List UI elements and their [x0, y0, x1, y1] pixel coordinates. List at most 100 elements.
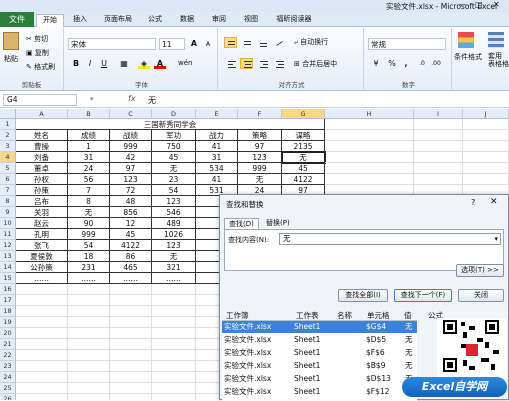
table-cell[interactable] — [16, 295, 68, 306]
table-cell[interactable] — [16, 372, 68, 383]
table-cell[interactable] — [414, 174, 463, 185]
table-cell[interactable]: 856 — [110, 207, 152, 218]
table-cell[interactable]: …… — [110, 273, 152, 284]
minimize-button[interactable]: — — [458, 0, 466, 9]
currency-icon[interactable]: ¥ — [370, 58, 382, 69]
row-header[interactable]: 11 — [0, 229, 16, 240]
table-cell[interactable]: 无 — [68, 207, 110, 218]
italic-button[interactable]: I — [84, 58, 96, 69]
font-name-select[interactable]: 宋体 — [68, 38, 156, 50]
table-cell[interactable]: 999 — [110, 141, 152, 152]
table-cell[interactable]: 曹操 — [16, 141, 68, 152]
table-cell[interactable] — [68, 339, 110, 350]
table-cell[interactable]: 31 — [68, 152, 110, 163]
column-header[interactable]: B — [68, 109, 110, 119]
table-cell[interactable]: 534 — [196, 163, 238, 174]
table-cell[interactable]: 孙策 — [16, 185, 68, 196]
table-cell[interactable]: 12 — [110, 218, 152, 229]
table-cell[interactable] — [68, 306, 110, 317]
result-row[interactable]: 实验文件.xlsx Sheet1 $G$4 无 — [222, 321, 417, 333]
table-cell[interactable] — [325, 174, 414, 185]
table-cell[interactable] — [16, 339, 68, 350]
table-cell[interactable] — [68, 394, 110, 400]
table-cell[interactable]: 吕布 — [16, 196, 68, 207]
chevron-down-icon[interactable]: ▾ — [494, 234, 498, 244]
table-cell[interactable] — [110, 372, 152, 383]
column-header[interactable]: C — [110, 109, 152, 119]
paste-button[interactable]: 粘贴 — [4, 54, 18, 64]
help-button[interactable]: ? — [471, 198, 475, 207]
row-header[interactable]: 9 — [0, 207, 16, 218]
table-cell[interactable] — [110, 339, 152, 350]
tab-file[interactable]: 文件 — [0, 12, 34, 27]
formula-input[interactable]: 无 — [148, 95, 156, 106]
column-header[interactable]: A — [16, 109, 68, 119]
options-button[interactable]: 选项(T) >> — [456, 264, 504, 277]
dropdown-arrow-icon[interactable]: ▾ — [90, 95, 94, 103]
table-cell[interactable]: 321 — [152, 262, 196, 273]
table-cell[interactable]: 72 — [110, 185, 152, 196]
underline-button[interactable]: U — [98, 58, 110, 69]
close-window-button[interactable]: ✕ — [493, 0, 500, 9]
table-cell[interactable] — [463, 141, 509, 152]
copy-button[interactable]: ▣ 复制 — [26, 48, 49, 58]
dialog-close-icon[interactable]: ✕ — [490, 197, 498, 207]
table-cell[interactable] — [110, 295, 152, 306]
table-cell[interactable]: 123 — [152, 240, 196, 251]
align-bottom-icon[interactable] — [256, 37, 269, 48]
phonetic-icon[interactable]: wén — [178, 58, 192, 69]
table-cell[interactable]: 4122 — [110, 240, 152, 251]
table-cell[interactable] — [16, 328, 68, 339]
table-cell[interactable]: 999 — [68, 229, 110, 240]
tab-page-layout[interactable]: 页面布局 — [100, 14, 136, 26]
align-right-icon[interactable] — [256, 58, 269, 69]
table-cell[interactable] — [16, 394, 68, 400]
tab-insert[interactable]: 插入 — [68, 14, 92, 26]
table-cell[interactable] — [325, 163, 414, 174]
table-cell[interactable] — [68, 350, 110, 361]
tab-formulas[interactable]: 公式 — [143, 14, 167, 26]
result-row[interactable]: 实验文件.xlsx Sheet1 $D$5 无 — [222, 334, 417, 346]
align-left-icon[interactable] — [224, 58, 237, 69]
table-cell[interactable] — [110, 317, 152, 328]
table-cell[interactable] — [68, 372, 110, 383]
increase-decimal-icon[interactable]: .0 — [416, 58, 428, 69]
row-header[interactable]: 21 — [0, 339, 16, 350]
table-cell[interactable]: 战绩 — [110, 130, 152, 141]
table-cell[interactable]: 31 — [196, 152, 238, 163]
format-painter-button[interactable]: ✎ 格式刷 — [26, 62, 55, 72]
table-cell[interactable]: 1 — [68, 141, 110, 152]
table-cell[interactable]: 张飞 — [16, 240, 68, 251]
row-header[interactable]: 26 — [0, 394, 16, 400]
table-cell[interactable]: 45 — [282, 163, 325, 174]
name-box[interactable]: G4 — [3, 94, 77, 106]
table-cell[interactable] — [68, 284, 110, 295]
table-cell[interactable] — [152, 372, 196, 383]
table-cell[interactable]: 7 — [68, 185, 110, 196]
row-header[interactable]: 14 — [0, 262, 16, 273]
align-center-icon[interactable] — [240, 58, 253, 69]
orientation-icon[interactable] — [272, 37, 285, 48]
table-format-icon[interactable] — [488, 32, 504, 48]
table-cell[interactable] — [325, 152, 414, 163]
column-header[interactable]: D — [152, 109, 196, 119]
table-cell[interactable] — [152, 284, 196, 295]
row-header[interactable]: 12 — [0, 240, 16, 251]
fill-color-icon[interactable]: ◈ — [138, 58, 150, 69]
table-cell[interactable] — [414, 130, 463, 141]
merge-center-button[interactable]: ⊞ 合并后居中 — [294, 59, 337, 69]
row-header[interactable]: 20 — [0, 328, 16, 339]
table-cell[interactable] — [152, 306, 196, 317]
table-cell[interactable]: 战力 — [196, 130, 238, 141]
table-cell[interactable]: 关羽 — [16, 207, 68, 218]
table-cell[interactable]: 夏侯敦 — [16, 251, 68, 262]
table-cell[interactable] — [152, 317, 196, 328]
result-row[interactable]: 实验文件.xlsxSheet1$D$13无 — [222, 373, 417, 385]
table-cell[interactable]: 41 — [196, 174, 238, 185]
table-cell[interactable] — [463, 163, 509, 174]
table-title-cell[interactable]: 三国新秀同学会 — [16, 119, 325, 130]
table-cell[interactable] — [110, 284, 152, 295]
table-cell[interactable]: 无 — [152, 163, 196, 174]
row-header[interactable]: 4 — [0, 152, 16, 163]
table-cell[interactable] — [325, 119, 414, 130]
